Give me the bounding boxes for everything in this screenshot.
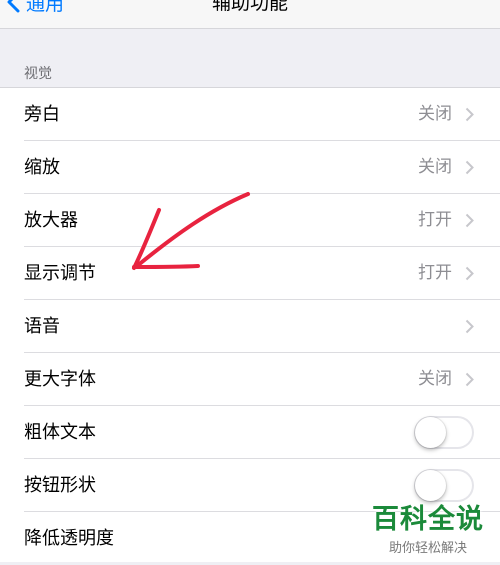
row-label: 显示调节 — [24, 263, 96, 284]
watermark: 百科全说 助你轻松解决 — [370, 497, 486, 556]
settings-list: 旁白 关闭 缩放 关闭 放大器 打开 显示调节 打开 语音 更大字体 关闭 粗体… — [0, 87, 500, 562]
bold-text-toggle[interactable] — [414, 416, 474, 449]
row-bold-text: 粗体文本 — [0, 406, 500, 459]
row-voiceover[interactable]: 旁白 关闭 — [0, 88, 500, 141]
watermark-subtitle: 助你轻松解决 — [388, 541, 467, 556]
row-value: 关闭 — [418, 369, 452, 389]
toggle-knob — [415, 417, 446, 448]
row-label: 放大器 — [24, 210, 78, 231]
row-zoom[interactable]: 缩放 关闭 — [0, 141, 500, 194]
row-value: 关闭 — [418, 104, 452, 124]
row-label: 粗体文本 — [24, 422, 96, 443]
row-larger-text[interactable]: 更大字体 关闭 — [0, 353, 500, 406]
chevron-right-icon — [465, 107, 474, 122]
chevron-right-icon — [465, 266, 474, 281]
watermark-title: 百科全说 — [372, 504, 484, 535]
navigation-bar: 通用 辅助功能 — [0, 0, 500, 29]
chevron-right-icon — [465, 319, 474, 334]
chevron-right-icon — [465, 213, 474, 228]
row-magnifier[interactable]: 放大器 打开 — [0, 194, 500, 247]
chevron-right-icon — [465, 160, 474, 175]
row-value: 关闭 — [418, 157, 452, 177]
chevron-right-icon — [465, 372, 474, 387]
section-header-vision: 视觉 — [24, 66, 52, 82]
row-label: 按钮形状 — [24, 475, 96, 496]
row-label: 语音 — [24, 316, 60, 337]
row-label: 缩放 — [24, 157, 60, 178]
row-label: 旁白 — [24, 104, 60, 125]
page-title: 辅助功能 — [211, 0, 288, 14]
row-value: 打开 — [418, 263, 452, 283]
row-label: 降低透明度 — [24, 528, 114, 549]
row-speech[interactable]: 语音 — [0, 300, 500, 353]
row-display-accommodations[interactable]: 显示调节 打开 — [0, 247, 500, 300]
row-label: 更大字体 — [24, 369, 96, 390]
row-value: 打开 — [418, 210, 452, 230]
